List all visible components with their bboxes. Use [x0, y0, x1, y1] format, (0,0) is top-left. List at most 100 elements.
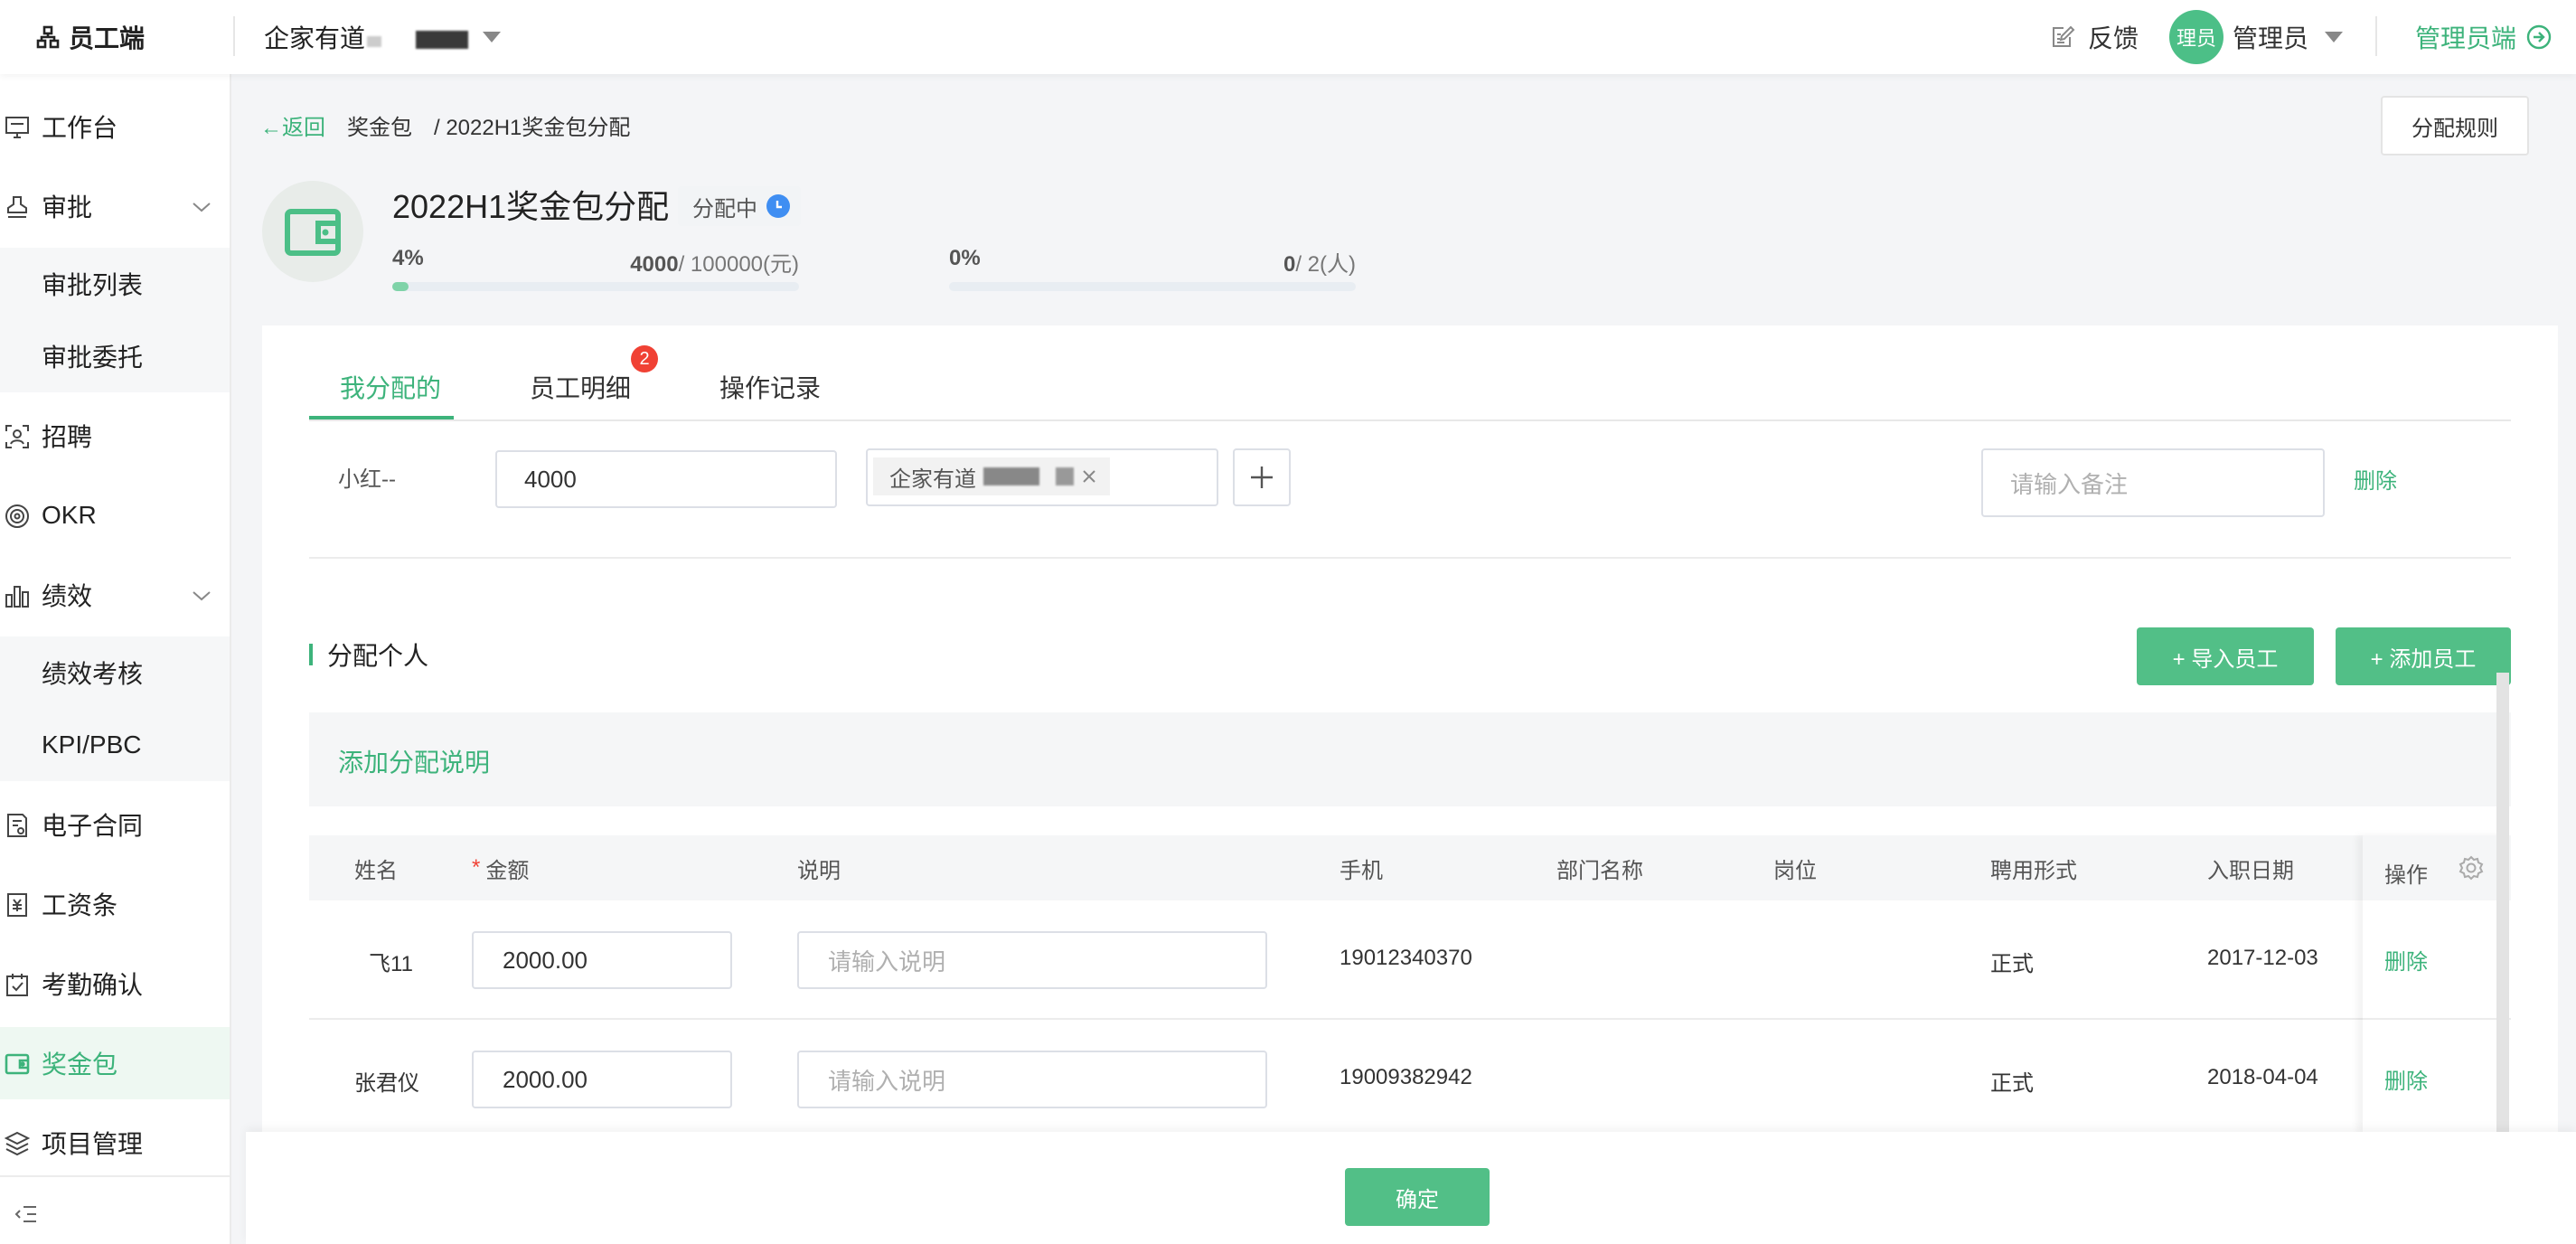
- wallet-icon: [4, 1051, 31, 1078]
- row2-name: 张君仪: [354, 1071, 419, 1096]
- header-divider: [2375, 16, 2377, 56]
- add-note-link[interactable]: 添加分配说明: [338, 743, 490, 779]
- row2-hire-date: 2018-04-04: [2207, 1065, 2318, 1089]
- remark-placeholder: 请输入备注: [2010, 470, 2129, 498]
- sidebar-item-contracts[interactable]: 电子合同: [0, 788, 230, 861]
- col-name: 姓名: [354, 858, 398, 883]
- row1-amount-input[interactable]: 2000.00: [472, 931, 732, 989]
- gear-icon[interactable]: [2457, 853, 2486, 882]
- clock-icon: [766, 194, 790, 218]
- row1-employment-type: 正式: [1990, 952, 2034, 976]
- sidebar: 工作台 审批 审批列表 审批委托 招聘 OKR 绩效 绩效考核 KPI/PBC …: [0, 74, 231, 1244]
- bar-chart-icon: [4, 582, 31, 609]
- chevron-down-icon: [190, 584, 213, 608]
- org-chart-icon: [36, 25, 60, 49]
- operations-header: 操作: [2363, 835, 2511, 900]
- switch-to-admin-link[interactable]: 管理员端: [2415, 16, 2552, 58]
- stamp-icon: [4, 193, 31, 221]
- user-name: 管理员: [2233, 24, 2309, 52]
- contract-icon: [4, 812, 31, 839]
- col-position: 岗位: [1773, 858, 1817, 883]
- active-tab-indicator: [309, 416, 454, 419]
- col-phone: 手机: [1340, 858, 1383, 883]
- sidebar-item-recruitment[interactable]: 招聘: [0, 400, 230, 472]
- page-title: 2022H1奖金包分配: [392, 188, 670, 225]
- tab-my-allocation[interactable]: 我分配的: [340, 353, 441, 421]
- feedback-button[interactable]: 反馈: [2050, 16, 2139, 58]
- confirm-button[interactable]: 确定: [1345, 1168, 1490, 1226]
- row-divider: [309, 557, 2511, 559]
- section-accent-bar: [309, 644, 313, 665]
- table-scrollbar[interactable]: [2496, 673, 2509, 1132]
- row2-phone: 19009382942: [1340, 1065, 1472, 1089]
- sidebar-item-approval[interactable]: 审批: [0, 170, 230, 242]
- sidebar-item-projects[interactable]: 项目管理: [0, 1107, 230, 1179]
- collapse-sidebar-icon[interactable]: [13, 1201, 40, 1228]
- people-percent: 0%: [949, 246, 981, 270]
- layers-icon: [4, 1130, 31, 1157]
- payslip-icon: [4, 891, 31, 919]
- status-badge: 分配中: [678, 186, 801, 226]
- admin-switch-label: 管理员端: [2415, 24, 2517, 52]
- target-icon: [4, 503, 31, 530]
- avatar: 理员: [2169, 10, 2223, 64]
- header-divider: [233, 16, 235, 56]
- sidebar-item-workbench[interactable]: 工作台: [0, 90, 230, 163]
- row2-employment-type: 正式: [1990, 1071, 2034, 1096]
- row2-amount-input[interactable]: 2000.00: [472, 1051, 732, 1108]
- row-divider: [2363, 1018, 2511, 1020]
- breadcrumb-parent[interactable]: 奖金包: [347, 109, 412, 141]
- col-department: 部门名称: [1556, 858, 1643, 883]
- row2-description-input[interactable]: 请输入说明: [797, 1051, 1267, 1108]
- sidebar-item-performance[interactable]: 绩效: [0, 559, 230, 631]
- sidebar-item-performance-review[interactable]: 绩效考核: [0, 636, 230, 709]
- tab-employee-detail[interactable]: 员工明细: [530, 353, 631, 421]
- add-company-button[interactable]: [1233, 448, 1291, 506]
- tab-operation-log[interactable]: 操作记录: [719, 353, 821, 421]
- row1-phone: 19012340370: [1340, 946, 1472, 970]
- caret-down-icon: [2325, 32, 2344, 42]
- row1-description-input[interactable]: 请输入说明: [797, 931, 1267, 989]
- arrow-circle-right-icon: [2525, 24, 2552, 51]
- allocation-rules-button[interactable]: 分配规则: [2381, 96, 2529, 156]
- close-icon[interactable]: [1081, 468, 1097, 485]
- top-header: 员工端 企家有道 反馈 理员 管理员 管理员端: [0, 0, 2576, 74]
- company-name: 企家有道: [264, 24, 366, 52]
- amount-progress-track: [392, 282, 799, 291]
- sidebar-item-kpi-pbc[interactable]: KPI/PBC: [0, 709, 230, 781]
- breadcrumb: ←返回 奖金包 / 2022H1奖金包分配: [260, 107, 630, 143]
- people-readout: 0/ 2(人): [1283, 252, 1356, 277]
- sidebar-item-approval-delegate[interactable]: 审批委托: [0, 320, 230, 392]
- back-link[interactable]: ←返回: [260, 109, 325, 141]
- row2-delete-link[interactable]: 删除: [2384, 1063, 2428, 1095]
- sidebar-item-attendance[interactable]: 考勤确认: [0, 947, 230, 1020]
- amount-readout: 4000/ 100000(元): [630, 252, 799, 277]
- row-divider: [309, 1018, 2511, 1020]
- calendar-check-icon: [4, 971, 31, 998]
- wallet-icon: [282, 201, 343, 262]
- col-hire-date: 入职日期: [2207, 858, 2294, 883]
- allocation-amount-input[interactable]: 4000: [495, 450, 837, 508]
- add-employee-button[interactable]: + 添加员工: [2336, 627, 2511, 685]
- col-description: 说明: [797, 858, 841, 883]
- user-menu[interactable]: 理员 管理员: [2169, 9, 2344, 65]
- sidebar-item-approval-list[interactable]: 审批列表: [0, 248, 230, 320]
- col-amount: * 金额: [472, 855, 530, 883]
- company-switcher[interactable]: 企家有道: [264, 16, 502, 58]
- breadcrumb-current: / 2022H1奖金包分配: [434, 115, 631, 140]
- redacted-text: [1056, 467, 1074, 485]
- row1-hire-date: 2017-12-03: [2207, 946, 2318, 970]
- brand[interactable]: 员工端: [36, 16, 145, 58]
- row1-delete-link[interactable]: 删除: [2384, 944, 2428, 975]
- delete-allocation-link[interactable]: 删除: [2354, 463, 2397, 495]
- amount-progress-fill: [392, 282, 409, 291]
- tabs-underline: [309, 419, 2511, 421]
- allocation-note-bar: 添加分配说明: [309, 712, 2511, 806]
- import-employees-button[interactable]: + 导入员工: [2137, 627, 2314, 685]
- sidebar-item-okr[interactable]: OKR: [0, 479, 230, 551]
- section-title: 分配个人: [327, 642, 429, 670]
- remark-input[interactable]: 请输入备注: [1981, 448, 2325, 517]
- sidebar-item-bonus-pool[interactable]: 奖金包: [0, 1027, 230, 1099]
- monitor-icon: [4, 114, 31, 141]
- sidebar-item-payslip[interactable]: 工资条: [0, 868, 230, 940]
